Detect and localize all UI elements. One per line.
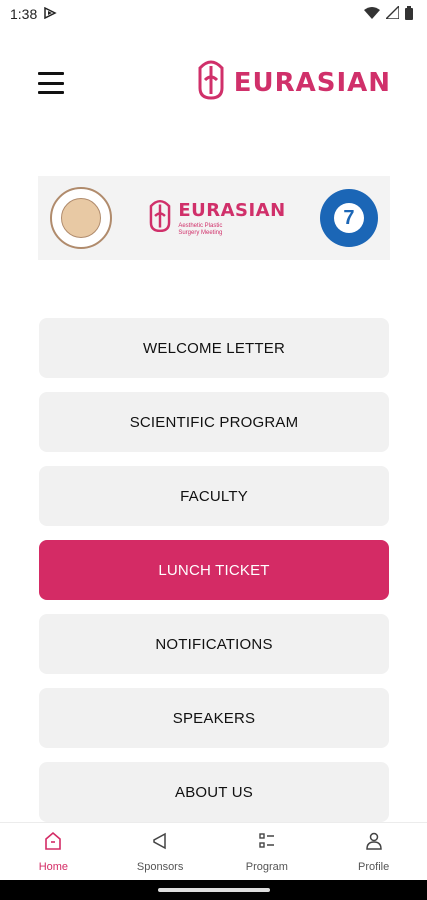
status-bar: 1:38 <box>0 0 427 28</box>
nav-program[interactable]: Program <box>214 823 321 880</box>
list-icon <box>256 831 278 851</box>
app-header: EURASIAN <box>0 50 427 114</box>
nav-program-label: Program <box>245 861 288 873</box>
banner-brand-sub: Aesthetic Plastic Surgery Meeting <box>178 222 223 236</box>
wifi-icon <box>364 6 380 22</box>
sponsor-banner: EURASIAN Aesthetic Plastic Surgery Meeti… <box>38 176 390 260</box>
brand-name: EURASIAN <box>233 67 391 98</box>
speakers-button[interactable]: SPEAKERS <box>39 688 389 748</box>
megaphone-icon <box>149 831 171 851</box>
about-us-button[interactable]: ABOUT US <box>39 762 389 822</box>
eurasian-small-logo-icon <box>146 196 174 241</box>
nav-home[interactable]: Home <box>0 823 107 880</box>
signal-icon <box>384 4 400 22</box>
cast-icon <box>43 6 57 22</box>
person-icon <box>363 831 385 851</box>
eurasian-logo-icon <box>194 58 228 107</box>
status-time: 1:38 <box>10 6 38 22</box>
hamburger-menu-icon[interactable] <box>38 72 64 94</box>
faculty-button[interactable]: FACULTY <box>39 466 389 526</box>
nav-home-label: Home <box>38 861 69 873</box>
brand-logo: EURASIAN <box>194 58 391 107</box>
nav-sponsors[interactable]: Sponsors <box>107 823 214 880</box>
lunch-ticket-button[interactable]: LUNCH TICKET <box>39 540 389 600</box>
gesture-bar[interactable] <box>0 880 427 900</box>
nav-profile-label: Profile <box>358 861 390 873</box>
seven-event-logo-icon: 7 <box>319 189 378 247</box>
bottom-navigation: Home Sponsors Program Profile <box>0 822 427 880</box>
welcome-letter-button[interactable]: WELCOME LETTER <box>39 318 389 378</box>
banner-brand-name: EURASIAN <box>178 199 286 221</box>
battery-icon <box>405 5 413 23</box>
nav-sponsors-label: Sponsors <box>136 861 184 873</box>
nav-profile[interactable]: Profile <box>320 823 427 880</box>
home-icon <box>42 831 64 851</box>
seven-number: 7 <box>333 203 364 233</box>
banner-eurasian-logo: EURASIAN Aesthetic Plastic Surgery Meeti… <box>146 196 285 241</box>
turkish-society-seal-icon <box>50 187 112 249</box>
main-menu: WELCOME LETTER SCIENTIFIC PROGRAM FACULT… <box>39 318 389 836</box>
notifications-button[interactable]: NOTIFICATIONS <box>39 614 389 674</box>
scientific-program-button[interactable]: SCIENTIFIC PROGRAM <box>39 392 389 452</box>
